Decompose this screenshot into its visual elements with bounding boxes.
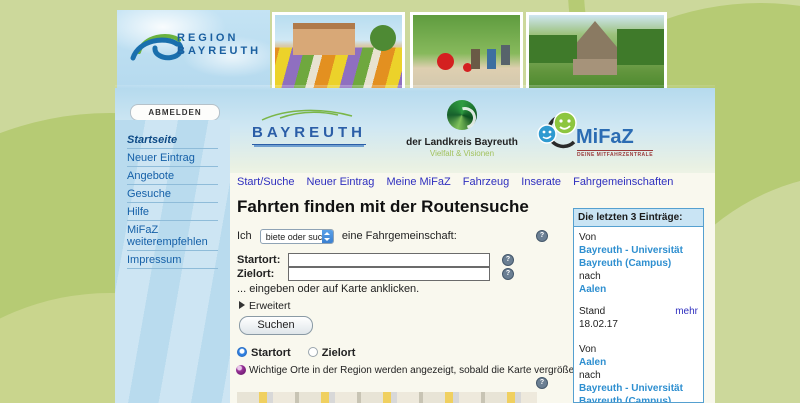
latest-entries-title: Die letzten 3 Einträge:	[574, 209, 703, 227]
mifaz-faces-icon	[534, 110, 582, 156]
festspielhaus-photo	[272, 12, 405, 92]
abmelden-button[interactable]: ABMELDEN	[130, 104, 220, 121]
help-icon-zielort[interactable]: ?	[502, 268, 514, 280]
von-label: Von	[579, 343, 698, 356]
region-bayreuth-logo-panel: REGION BAYREUTH	[117, 10, 270, 95]
page: REGION BAYREUTH ABMELDEN BAYREUTH der La…	[0, 0, 800, 403]
nach-label: nach	[579, 270, 698, 283]
sidebar-item-mifaz-weiterempfehlen[interactable]: MiFaZ weiterempfehlen	[127, 221, 218, 251]
landkreis-swirl-icon	[447, 100, 477, 130]
mifaz-logo-subtitle: DEINE MITFAHRZENTRALE	[577, 150, 653, 158]
sidebar-item-impressum[interactable]: Impressum	[127, 251, 218, 269]
sidebar-item-gesuche[interactable]: Gesuche	[127, 185, 218, 203]
mifaz-logo: MiFaZ DEINE MITFAHRZENTRALE	[534, 110, 654, 161]
landkreis-logo-title: der Landkreis Bayreuth	[398, 137, 526, 148]
nav-neuer-eintrag[interactable]: Neuer Eintrag	[307, 176, 375, 188]
map-mode-radios: Startort Zielort	[237, 347, 355, 359]
erweitert-toggle[interactable]: Erweitert	[239, 300, 290, 312]
help-icon-mode[interactable]: ?	[536, 230, 548, 242]
radio-startort-label: Startort	[251, 347, 291, 359]
mode-suffix-label: eine Fahrgemeinschaft:	[342, 230, 457, 242]
triangle-right-icon	[239, 301, 245, 309]
zielort-input[interactable]	[288, 267, 490, 281]
playground-photo	[410, 12, 523, 92]
farmhouse-photo	[526, 12, 667, 92]
radio-zielort-unselected[interactable]	[308, 347, 318, 357]
list-item: Von Aalen nach Bayreuth - Universität Ba…	[579, 343, 698, 403]
page-title: Fahrten finden mit der Routensuche	[237, 197, 529, 217]
sidebar: Startseite Neuer Eintrag Angebote Gesuch…	[115, 120, 230, 403]
poi-note-row: Wichtige Orte in der Region werden angez…	[236, 365, 604, 376]
von-label: Von	[579, 231, 698, 244]
latest-entries-body: Von Bayreuth - Universität Bayreuth (Cam…	[574, 227, 703, 403]
nach-label: nach	[579, 369, 698, 382]
landkreis-bayreuth-logo: der Landkreis Bayreuth Vielfalt & Vision…	[398, 100, 526, 158]
startort-label: Startort:	[237, 254, 280, 266]
entry-to-link[interactable]: Aalen	[579, 283, 698, 296]
poi-note-text: Wichtige Orte in der Region werden angez…	[249, 365, 604, 376]
help-icon-map[interactable]: ?	[536, 377, 548, 389]
mifaz-logo-title: MiFaZ	[576, 126, 634, 149]
radio-zielort-label: Zielort	[322, 347, 356, 359]
mode-row: Ich biete oder suche eine Fahrgemeinscha…	[237, 228, 457, 244]
region-logo-line2: BAYREUTH	[177, 45, 261, 58]
erweitert-label: Erweitert	[249, 300, 290, 312]
zielort-label: Zielort:	[237, 268, 274, 280]
mode-prefix-label: Ich	[237, 230, 252, 242]
sidebar-item-startseite[interactable]: Startseite	[127, 120, 218, 149]
select-stepper-icon	[322, 230, 333, 243]
stand-label: Stand	[579, 306, 605, 317]
nav-meine-mifaz[interactable]: Meine MiFaZ	[386, 176, 450, 188]
region-swoosh-icon	[125, 26, 183, 70]
sidebar-item-neuer-eintrag[interactable]: Neuer Eintrag	[127, 149, 218, 167]
nav-fahrzeug[interactable]: Fahrzeug	[463, 176, 509, 188]
help-icon-startort[interactable]: ?	[502, 254, 514, 266]
mehr-link[interactable]: mehr	[675, 305, 698, 318]
latest-entries-box: Die letzten 3 Einträge: Von Bayreuth - U…	[573, 208, 704, 403]
nav-fahrgemeinschaften[interactable]: Fahrgemeinschaften	[573, 176, 673, 188]
bayreuth-city-logo: BAYREUTH	[252, 124, 366, 145]
sidebar-item-hilfe[interactable]: Hilfe	[127, 203, 218, 221]
entry-to-link[interactable]: Bayreuth - Universität Bayreuth (Campus)	[579, 382, 698, 403]
stand-date: 18.02.17	[579, 318, 698, 331]
list-item: Von Bayreuth - Universität Bayreuth (Cam…	[579, 231, 698, 331]
startort-input[interactable]	[288, 253, 490, 267]
suchen-button[interactable]: Suchen	[239, 316, 313, 335]
mode-select[interactable]: biete oder suche	[260, 229, 334, 244]
nav-start-suche[interactable]: Start/Suche	[237, 176, 294, 188]
map-preview[interactable]	[237, 392, 537, 403]
city-logo-arc-icon	[260, 106, 356, 122]
landkreis-logo-subtitle: Vielfalt & Visionen	[398, 149, 526, 158]
nav-inserate[interactable]: Inserate	[521, 176, 561, 188]
sidebar-item-angebote[interactable]: Angebote	[127, 167, 218, 185]
entry-from-link[interactable]: Aalen	[579, 356, 698, 369]
top-navigation: Start/Suche Neuer Eintrag Meine MiFaZ Fa…	[237, 176, 682, 188]
region-logo-line1: REGION	[177, 32, 261, 45]
entry-from-link[interactable]: Bayreuth - Universität Bayreuth (Campus)	[579, 244, 698, 270]
stand-row: mehr Stand 18.02.17	[579, 305, 698, 331]
map-hint-text: ... eingeben oder auf Karte anklicken.	[237, 283, 419, 295]
radio-startort-selected[interactable]	[237, 347, 247, 357]
poi-marker-icon	[236, 365, 246, 375]
